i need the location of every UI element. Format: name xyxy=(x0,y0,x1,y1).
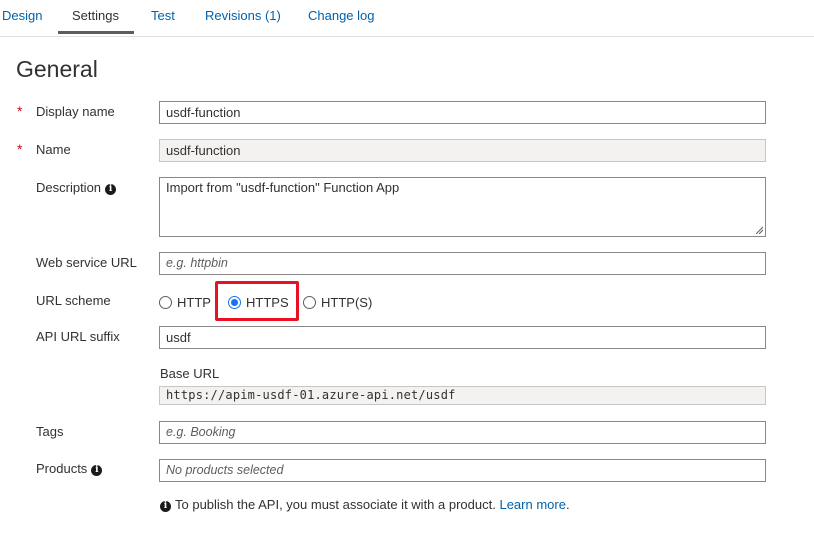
radio-unselected-icon xyxy=(159,295,172,309)
info-icon: i xyxy=(160,501,171,512)
api-url-suffix-label: API URL suffix xyxy=(36,329,120,344)
note-trailing-period: . xyxy=(565,497,570,512)
info-icon[interactable]: i xyxy=(105,184,117,195)
required-marker: * xyxy=(17,141,23,157)
display-name-input[interactable]: usdf-function xyxy=(159,101,766,124)
tags-label: Tags xyxy=(36,424,64,439)
url-scheme-http-s-label: HTTP(S) xyxy=(321,294,373,310)
url-scheme-http-radio[interactable]: HTTP xyxy=(159,293,211,311)
tab-test[interactable]: Test xyxy=(151,8,175,37)
products-input[interactable]: No products selected xyxy=(159,459,766,482)
url-scheme-http-label: HTTP xyxy=(177,294,211,310)
active-tab-indicator xyxy=(58,31,134,34)
description-label-text: Description xyxy=(36,180,102,195)
radio-unselected-icon xyxy=(303,295,316,309)
web-service-url-input[interactable]: e.g. httpbin xyxy=(159,252,766,275)
tab-revisions[interactable]: Revisions (1) xyxy=(205,8,281,37)
description-text: Import from "usdf-function" Function App xyxy=(166,180,400,195)
tab-bar: Design Settings Test Revisions (1) Chang… xyxy=(0,0,814,37)
description-label: Description i xyxy=(36,180,117,195)
info-icon[interactable]: i xyxy=(91,465,103,476)
publish-note-text: To publish the API, you must associate i… xyxy=(175,497,496,512)
tab-design[interactable]: Design xyxy=(2,8,42,37)
base-url-label: Base URL xyxy=(160,366,220,381)
products-label: Products i xyxy=(36,461,103,476)
api-url-suffix-input[interactable]: usdf xyxy=(159,326,766,349)
base-url-readonly: https://apim-usdf-01.azure-api.net/usdf xyxy=(159,386,766,405)
required-marker: * xyxy=(17,103,23,119)
display-name-label: Display name xyxy=(36,104,115,119)
products-label-text: Products xyxy=(36,461,88,476)
tags-input[interactable]: e.g. Booking xyxy=(159,421,766,444)
url-scheme-label: URL scheme xyxy=(36,293,111,308)
section-title: General xyxy=(16,56,98,82)
description-textarea[interactable]: Import from "usdf-function" Function App xyxy=(159,177,766,237)
resize-grip-icon[interactable] xyxy=(755,226,763,234)
tab-change-log[interactable]: Change log xyxy=(308,8,375,37)
learn-more-link[interactable]: Learn more xyxy=(499,497,565,512)
highlight-annotation-box xyxy=(215,281,299,321)
web-service-url-label: Web service URL xyxy=(36,255,137,270)
name-label: Name xyxy=(36,142,71,157)
url-scheme-https-both-radio[interactable]: HTTP(S) xyxy=(303,293,372,311)
publish-note: i To publish the API, you must associate … xyxy=(160,497,570,512)
name-input: usdf-function xyxy=(159,139,766,162)
